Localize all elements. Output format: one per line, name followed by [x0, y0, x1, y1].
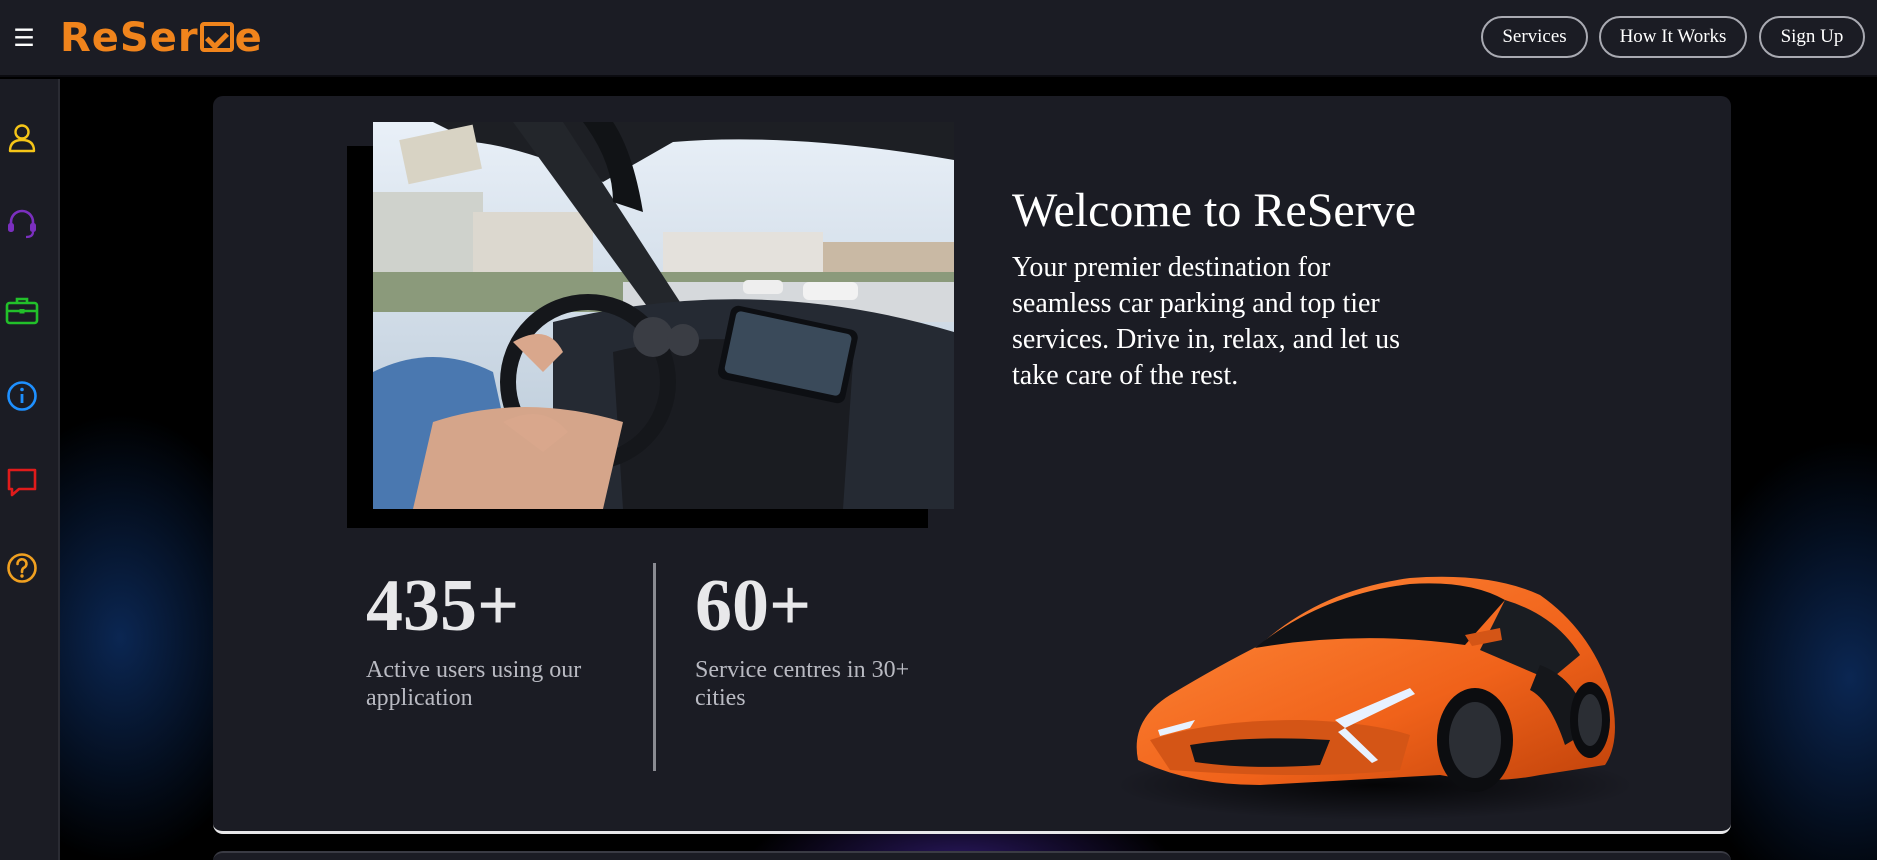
help-icon[interactable] [2, 548, 42, 588]
logo[interactable]: ReSer e [60, 14, 263, 62]
headset-icon[interactable] [2, 203, 42, 243]
hamburger-icon[interactable]: ☰ [12, 22, 36, 54]
how-it-works-button[interactable]: How It Works [1599, 16, 1747, 58]
briefcase-icon[interactable] [2, 290, 42, 330]
stats-divider [653, 563, 656, 771]
orange-sports-car-image [1110, 570, 1640, 820]
hero-description: Your premier destination for seamless ca… [1012, 252, 1400, 391]
chat-icon[interactable] [2, 462, 42, 502]
stat-label: Service centres in 30+ cities [695, 657, 910, 711]
logo-text-start: ReSer [60, 15, 199, 61]
person-driving-car-interior-photo [373, 122, 954, 509]
top-navigation-bar: ☰ ReSer e Services How It Works Sign Up [0, 0, 1877, 77]
hero-title: Welcome to ReServe [1012, 184, 1416, 237]
next-section-card [213, 851, 1731, 860]
stat-value: 435+ [366, 565, 520, 647]
stat-label: Active users using our application [366, 657, 582, 711]
checkbox-v-icon [199, 22, 234, 52]
stat-value: 60+ [695, 565, 812, 647]
services-button[interactable]: Services [1481, 16, 1588, 58]
sidebar [0, 79, 60, 860]
logo-text-end: e [234, 15, 263, 61]
info-icon[interactable] [2, 376, 42, 416]
sign-up-button[interactable]: Sign Up [1759, 16, 1865, 58]
user-icon[interactable] [2, 118, 42, 158]
